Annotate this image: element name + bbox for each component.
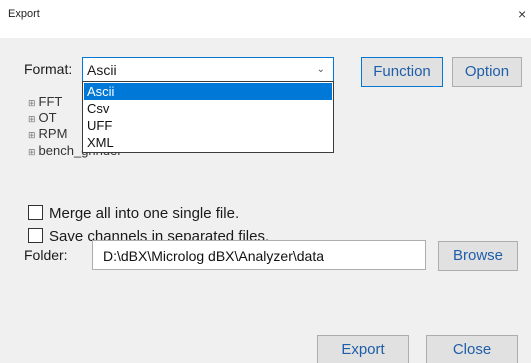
format-option-xml[interactable]: XML [84, 134, 332, 151]
tree-item-label: OT [38, 110, 57, 125]
format-dropdown-list: Ascii Csv UFF XML [82, 81, 334, 153]
folder-path-field[interactable]: D:\dBX\Microlog dBX\Analyzer\data [92, 240, 426, 270]
format-option-csv[interactable]: Csv [84, 100, 332, 117]
folder-path-value: D:\dBX\Microlog dBX\Analyzer\data [103, 248, 324, 264]
merge-files-checkbox-row[interactable]: Merge all into one single file. [28, 205, 239, 222]
close-icon[interactable]: × [518, 6, 526, 22]
expand-icon[interactable]: ⊞ [28, 114, 36, 124]
close-button[interactable]: Close [426, 335, 518, 363]
format-option-uff[interactable]: UFF [84, 117, 332, 134]
tree-item-rpm[interactable]: ⊞ RPM [28, 126, 67, 141]
function-button[interactable]: Function [361, 57, 443, 87]
expand-icon[interactable]: ⊞ [28, 130, 36, 140]
format-label: Format: [24, 61, 73, 77]
expand-icon[interactable]: ⊞ [28, 147, 36, 157]
browse-button[interactable]: Browse [438, 241, 518, 271]
merge-files-checkbox[interactable] [28, 205, 43, 220]
format-option-ascii[interactable]: Ascii [84, 83, 332, 100]
expand-icon[interactable]: ⊞ [28, 98, 36, 108]
window-title: Export [8, 8, 40, 20]
option-button[interactable]: Option [452, 57, 522, 87]
format-combobox[interactable]: Ascii ⌄ [82, 57, 334, 83]
title-bar: Export × [0, 0, 531, 38]
format-selected-value: Ascii [87, 62, 117, 78]
export-button[interactable]: Export [317, 335, 409, 363]
separate-files-checkbox[interactable] [28, 228, 43, 243]
tree-item-ot[interactable]: ⊞ OT [28, 110, 57, 125]
folder-label: Folder: [24, 247, 68, 263]
tree-item-label: FFT [38, 94, 63, 109]
chevron-down-icon[interactable]: ⌄ [317, 64, 325, 75]
merge-files-label: Merge all into one single file. [49, 205, 240, 222]
tree-item-label: RPM [38, 126, 68, 141]
tree-item-fft[interactable]: ⊞ FFT [28, 94, 62, 109]
